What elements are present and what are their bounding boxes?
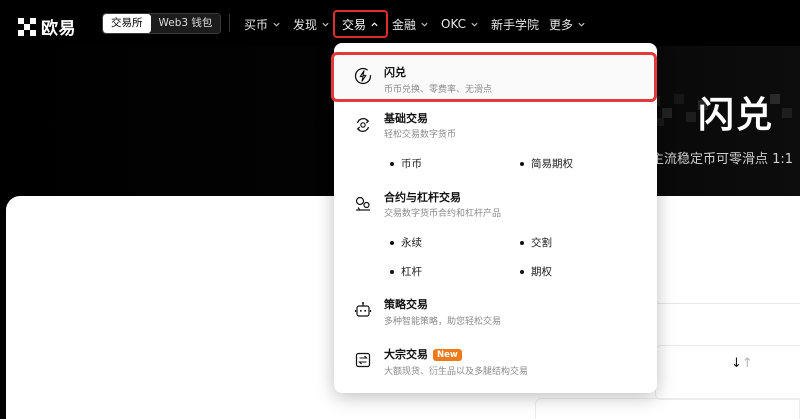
submenu-perpetual[interactable]: 永续	[390, 235, 422, 250]
panel-divider	[655, 303, 800, 304]
lightning-icon	[354, 67, 372, 85]
submenu-spot[interactable]: 币币	[390, 156, 422, 171]
nav-more[interactable]: 更多	[549, 13, 586, 35]
to-currency-box[interactable]	[655, 345, 800, 400]
menu-item-derivatives[interactable]: 合约与杠杆交易 交易数字货币合约和杠杆产品	[334, 183, 657, 219]
nav-academy[interactable]: 新手学院	[491, 13, 539, 35]
menu-item-basic-trading[interactable]: 基础交易 轻松交易数字货币	[334, 105, 657, 141]
chevron-down-icon	[273, 22, 280, 27]
coins-scale-icon	[355, 196, 370, 211]
derivatives-desc: 交易数字货币合约和杠杆产品	[384, 209, 502, 219]
amount-box[interactable]	[535, 398, 800, 419]
strategy-desc: 多种智能策略，助您轻松交易	[384, 317, 502, 327]
refresh-coin-icon	[356, 118, 370, 132]
top-navigation: 欧易 交易所 Web3 钱包 买币 发现 交易 金融 OKC 新手学院 更多	[0, 0, 800, 46]
block-trading-desc: 大额现货、衍生品以及多腿结构交易	[384, 367, 529, 377]
exchange-tab[interactable]: 交易所	[103, 14, 151, 33]
transfer-box-icon	[355, 352, 371, 368]
submenu-options-label: 期权	[531, 266, 552, 278]
menu-item-strategy[interactable]: 策略交易 多种智能策略，助您轻松交易	[334, 289, 657, 327]
nav-buy-label: 买币	[244, 17, 269, 32]
nav-academy-label: 新手学院	[491, 17, 540, 32]
strategy-title: 策略交易	[384, 298, 428, 311]
okx-logo-icon	[18, 17, 36, 36]
chevron-down-icon	[322, 22, 329, 27]
flash-convert-desc: 币币兑换、零费率、无滑点	[384, 85, 493, 95]
basic-trading-desc: 轻松交易数字货币	[384, 130, 457, 140]
nav-discover-label: 发现	[293, 17, 318, 32]
brand-logo[interactable]: 欧易	[18, 14, 76, 39]
robot-icon	[354, 302, 372, 317]
submenu-perpetual-label: 永续	[401, 237, 422, 249]
flash-convert-title: 闪兑	[384, 66, 406, 79]
nav-divider	[229, 14, 230, 32]
nav-more-label: 更多	[549, 17, 574, 32]
chevron-down-icon	[471, 22, 478, 27]
trade-dropdown-menu: 闪兑 币币兑换、零费率、无滑点 基础交易 轻松交易数字货币 币币 简易期权 合约…	[331, 43, 657, 393]
submenu-simple-options[interactable]: 简易期权	[520, 156, 573, 171]
menu-item-flash-convert[interactable]: 闪兑 币币兑换、零费率、无滑点	[331, 52, 657, 102]
bullet-icon	[520, 161, 524, 166]
mode-switch: 交易所 Web3 钱包	[102, 13, 222, 34]
submenu-spot-label: 币币	[401, 158, 422, 170]
submenu-options[interactable]: 期权	[520, 264, 552, 279]
nav-trade-label: 交易	[342, 17, 367, 32]
chevron-up-icon	[371, 21, 378, 26]
submenu-margin[interactable]: 杠杆	[390, 264, 422, 279]
submenu-simple-options-label: 简易期权	[531, 158, 573, 170]
block-trading-title: 大宗交易 New	[384, 346, 462, 362]
nav-trade[interactable]: 交易	[333, 10, 389, 38]
nav-buy[interactable]: 买币	[244, 13, 281, 35]
submenu-margin-label: 杠杆	[401, 266, 422, 278]
bullet-icon	[390, 269, 394, 274]
basic-trading-title: 基础交易	[384, 112, 428, 125]
nav-okc-label: OKC	[441, 17, 467, 31]
bullet-icon	[390, 240, 394, 245]
web3-wallet-tab[interactable]: Web3 钱包	[150, 14, 221, 33]
bullet-icon	[390, 161, 394, 166]
hero-subtitle: 主流稳定币可零滑点 1:1	[651, 152, 794, 167]
bullet-icon	[520, 269, 524, 274]
new-badge: New	[433, 349, 462, 361]
hero-title: 闪兑	[698, 95, 775, 136]
menu-item-block-trading[interactable]: 大宗交易 New 大额现货、衍生品以及多腿结构交易	[334, 339, 657, 377]
derivatives-title: 合约与杠杆交易	[384, 191, 461, 204]
block-trading-label: 大宗交易	[384, 348, 428, 361]
bullet-icon	[520, 240, 524, 245]
submenu-delivery[interactable]: 交割	[520, 235, 552, 250]
submenu-delivery-label: 交割	[531, 237, 552, 249]
brand-name: 欧易	[41, 19, 76, 39]
nav-finance[interactable]: 金融	[392, 13, 429, 35]
nav-discover[interactable]: 发现	[293, 13, 330, 35]
chevron-down-icon	[421, 22, 428, 27]
chevron-down-icon	[578, 22, 585, 27]
nav-finance-label: 金融	[392, 17, 417, 32]
swap-arrows-icon[interactable]: ↓↑	[731, 356, 753, 371]
nav-okc[interactable]: OKC	[441, 13, 479, 35]
